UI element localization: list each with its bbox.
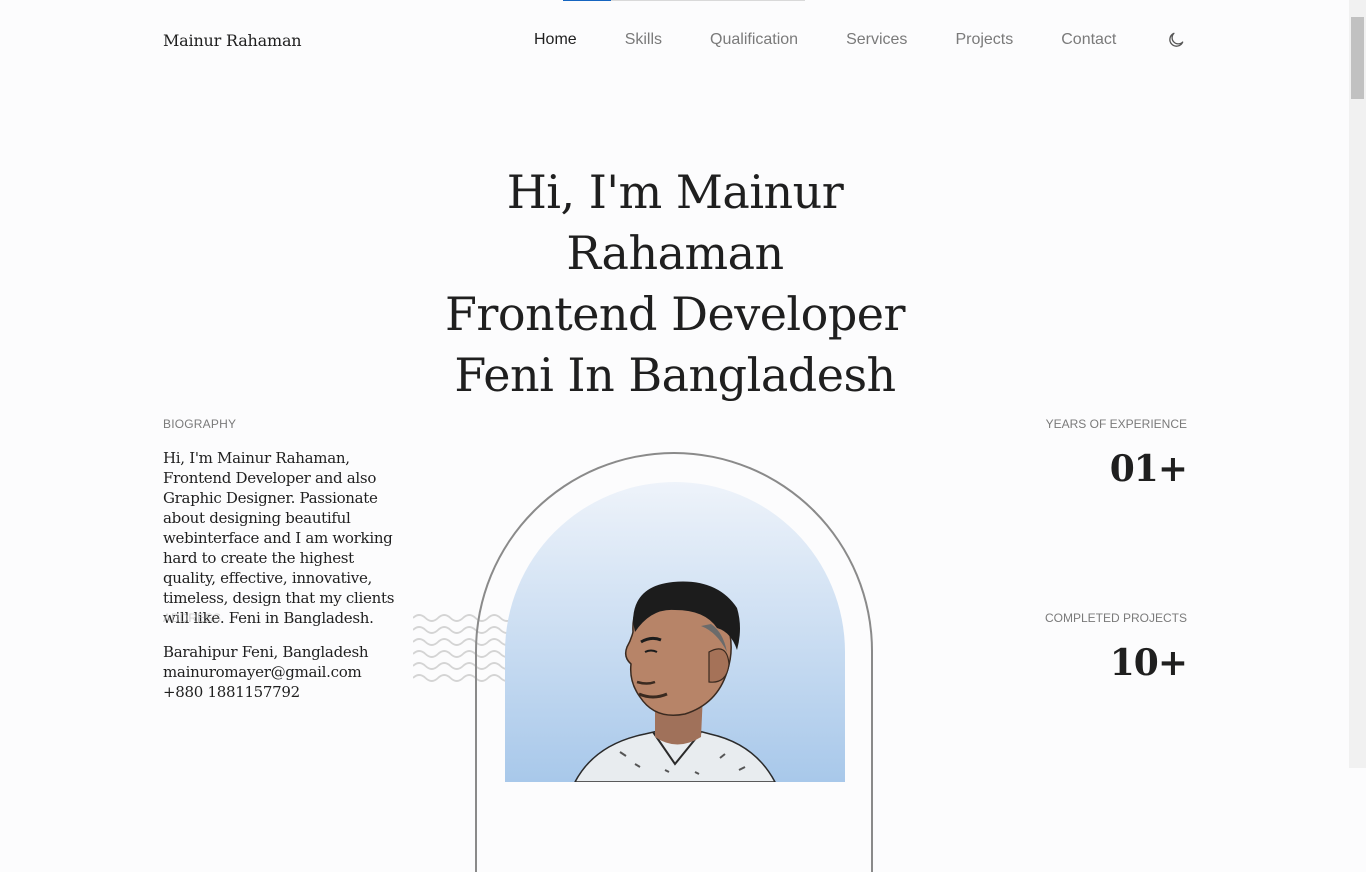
nav-link-home[interactable]: Home xyxy=(534,31,577,49)
stat-value-experience: 01+ xyxy=(1109,448,1188,490)
hero-line: Hi, I'm Mainur xyxy=(506,165,844,219)
nav-link-projects[interactable]: Projects xyxy=(955,31,1013,49)
email-text[interactable]: mainuromayer@gmail.com xyxy=(163,662,368,682)
nav-link-contact[interactable]: Contact xyxy=(1061,31,1116,49)
site-logo[interactable]: Mainur Rahaman xyxy=(163,31,302,50)
site-header: Mainur Rahaman Home Skills Qualification… xyxy=(0,0,1349,80)
contact-info: Barahipur Feni, Bangladesh mainuromayer@… xyxy=(163,642,369,702)
nav-link-skills[interactable]: Skills xyxy=(625,31,662,49)
hero-line: Rahaman xyxy=(566,226,784,280)
phone-text[interactable]: +880 1881157792 xyxy=(163,682,368,702)
main-nav: Home Skills Qualification Services Proje… xyxy=(534,31,1116,49)
hero-line: Frontend Developer xyxy=(444,287,906,341)
scrollbar-thumb[interactable] xyxy=(1351,17,1364,99)
moon-icon[interactable] xyxy=(1166,30,1186,50)
biography-text: Hi, I'm Mainur Rahaman, Frontend Develop… xyxy=(163,449,395,627)
nav-link-qualification[interactable]: Qualification xyxy=(710,31,798,49)
stat-label-experience: YEARS OF EXPERIENCE xyxy=(1045,417,1187,431)
hero-heading: Hi, I'm Mainur Rahaman Frontend Develope… xyxy=(383,162,967,406)
biography-label: BIOGRAPHY xyxy=(163,417,237,431)
address-label: ADDRESS xyxy=(163,611,222,625)
scrollbar[interactable] xyxy=(1349,0,1366,768)
stat-value-projects: 10+ xyxy=(1109,642,1188,684)
stat-label-projects: COMPLETED PROJECTS xyxy=(1044,611,1187,625)
address-text: Barahipur Feni, Bangladesh xyxy=(163,643,369,661)
nav-link-services[interactable]: Services xyxy=(846,31,907,49)
hero-line: Feni In Bangladesh xyxy=(454,348,896,402)
